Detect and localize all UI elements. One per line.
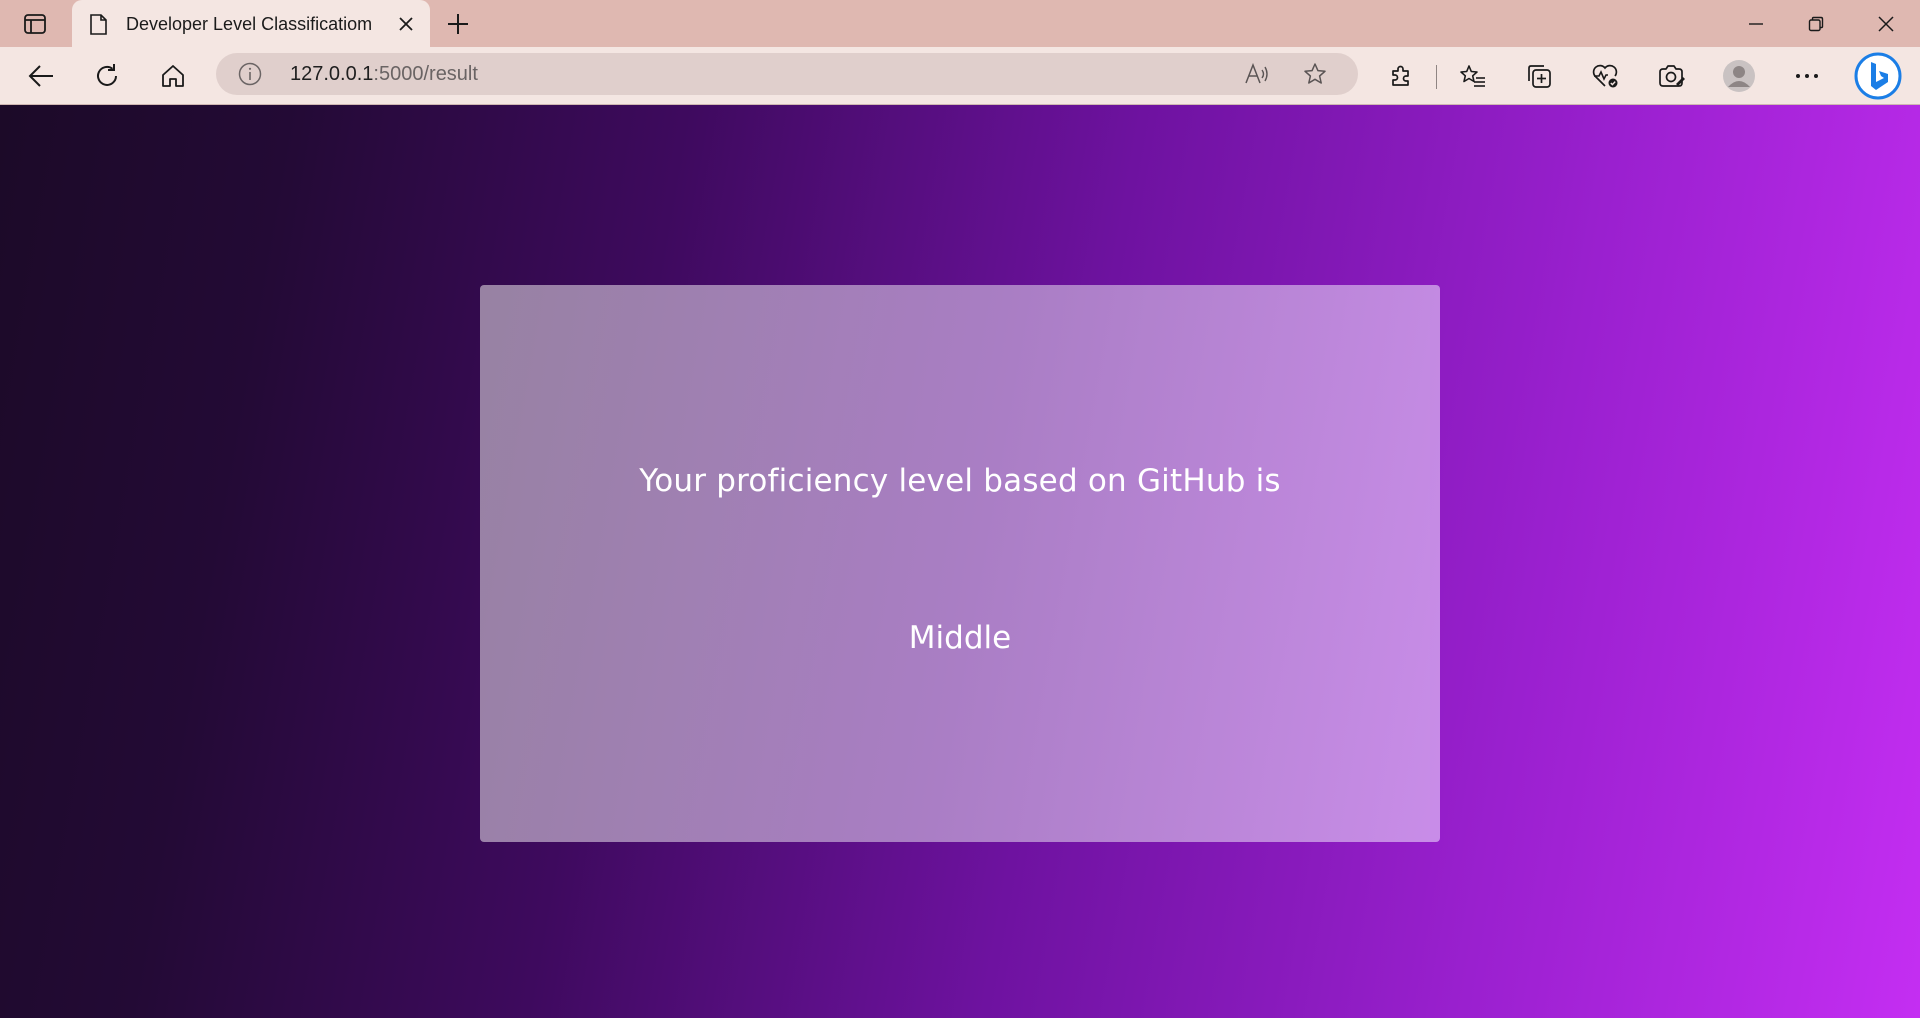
address-bar[interactable]: 127.0.0.1:5000/result xyxy=(216,53,1358,95)
browser-window: Developer Level Classificatiom 127.0.0.1… xyxy=(0,0,1920,1018)
bing-copilot-icon[interactable] xyxy=(1852,50,1904,102)
plus-icon xyxy=(448,14,468,34)
url-path: :5000/result xyxy=(373,63,478,85)
restore-icon xyxy=(1808,16,1824,32)
profile-avatar-icon[interactable] xyxy=(1720,57,1758,95)
close-icon xyxy=(399,17,413,31)
favorite-star-icon[interactable] xyxy=(1302,61,1328,87)
new-tab-button[interactable] xyxy=(442,8,474,40)
result-heading: Your proficiency level based on GitHub i… xyxy=(639,463,1281,499)
tab-strip: Developer Level Classificatiom xyxy=(0,0,1920,47)
minimize-button[interactable] xyxy=(1736,8,1776,40)
home-icon xyxy=(162,65,184,87)
toolbar-divider xyxy=(1436,65,1437,89)
read-aloud-icon[interactable] xyxy=(1244,62,1270,86)
url-host: 127.0.0.1 xyxy=(290,63,374,85)
home-button[interactable] xyxy=(156,59,190,93)
minimize-icon xyxy=(1749,23,1763,25)
page-icon xyxy=(88,12,108,36)
refresh-button[interactable] xyxy=(90,59,124,93)
restore-button[interactable] xyxy=(1796,8,1836,40)
proficiency-result: Middle xyxy=(908,620,1012,656)
close-window-button[interactable] xyxy=(1866,8,1906,40)
url-text[interactable]: 127.0.0.1:5000/result xyxy=(290,63,478,86)
tab-actions-icon[interactable] xyxy=(18,10,52,38)
page-background: Your proficiency level based on GitHub i… xyxy=(0,105,1920,1018)
active-tab[interactable]: Developer Level Classificatiom xyxy=(72,0,430,47)
refresh-icon xyxy=(97,64,117,86)
collections-icon[interactable] xyxy=(1522,59,1556,93)
heart-pulse-icon[interactable] xyxy=(1588,59,1622,93)
tab-title: Developer Level Classificatiom xyxy=(126,14,373,34)
close-icon xyxy=(1878,16,1894,32)
info-icon[interactable] xyxy=(238,62,262,86)
extensions-puzzle-icon[interactable] xyxy=(1384,59,1418,93)
more-ellipsis-icon[interactable] xyxy=(1790,59,1824,93)
result-card: Your proficiency level based on GitHub i… xyxy=(480,285,1440,842)
back-button[interactable] xyxy=(24,59,58,93)
screenshot-icon[interactable] xyxy=(1654,59,1688,93)
close-tab-button[interactable] xyxy=(394,12,418,36)
navigation-toolbar: 127.0.0.1:5000/result xyxy=(0,47,1920,105)
back-arrow-icon xyxy=(28,65,53,87)
favorites-icon[interactable] xyxy=(1456,59,1490,93)
